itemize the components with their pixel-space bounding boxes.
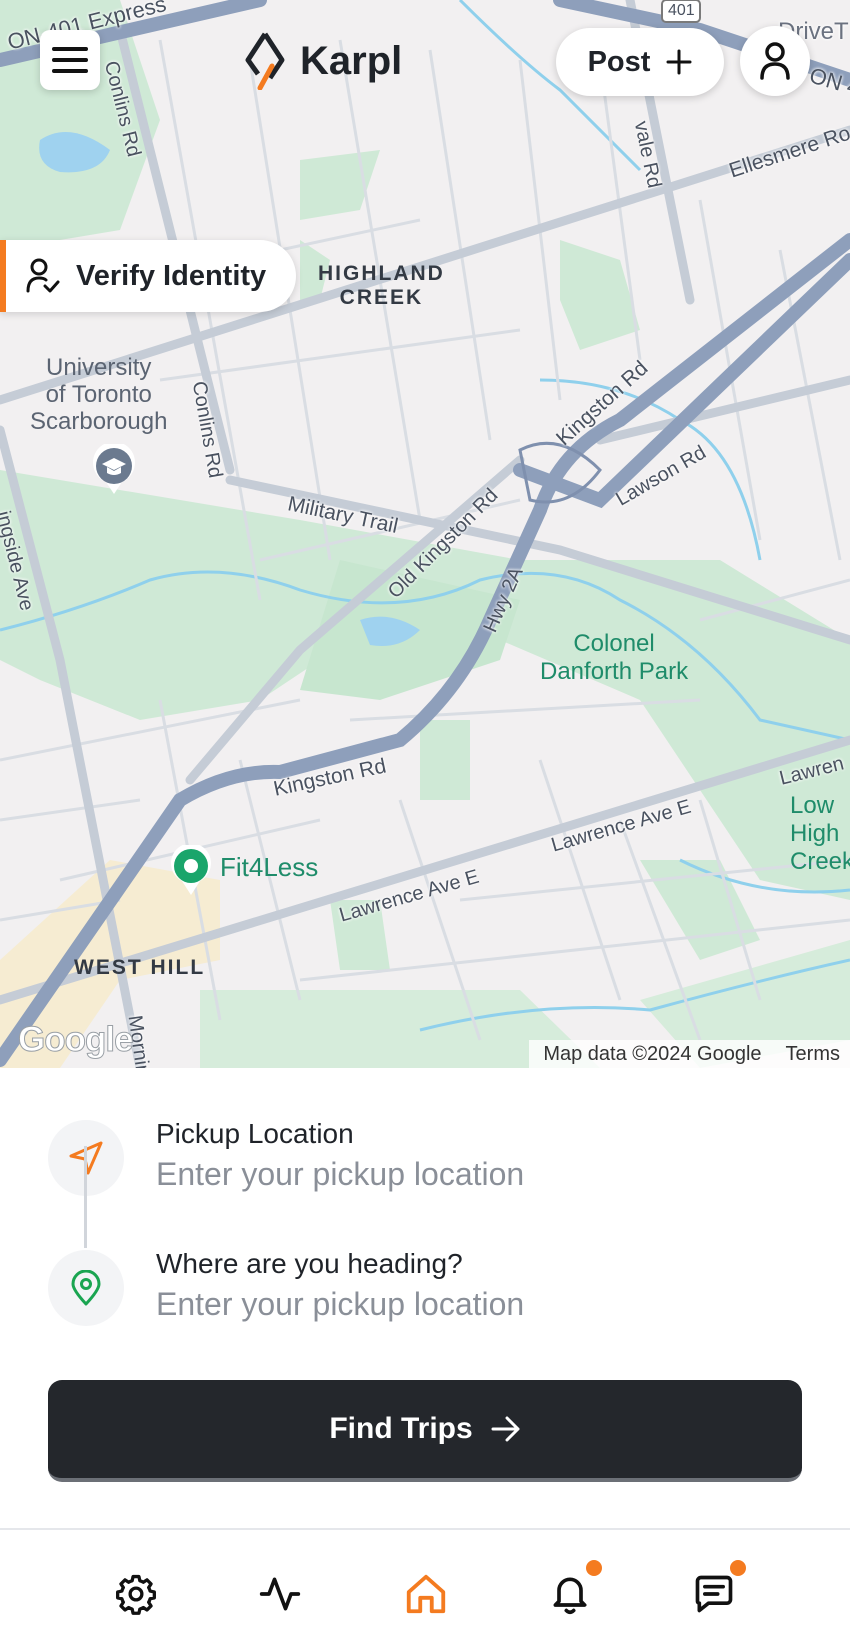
bell-icon bbox=[553, 1577, 587, 1615]
map-terms-link[interactable]: Terms bbox=[786, 1043, 840, 1066]
nav-notifications[interactable] bbox=[542, 1560, 602, 1622]
map-data-text: Map data ©2024 Google bbox=[543, 1042, 762, 1065]
park-label-colonel-danforth: Colonel Danforth Park bbox=[540, 630, 689, 685]
graduation-cap-icon[interactable] bbox=[92, 444, 136, 496]
app-logo: Karpl bbox=[244, 30, 402, 92]
profile-button[interactable] bbox=[740, 26, 810, 96]
map-view[interactable]: ON-401 Express 401 Conlins Rd vale Rd Dr… bbox=[0, 0, 850, 1068]
post-button[interactable]: Post bbox=[556, 28, 724, 96]
plus-icon bbox=[666, 49, 692, 75]
pickup-location-label: Pickup Location bbox=[156, 1118, 354, 1149]
karpl-logo-icon bbox=[245, 32, 285, 90]
activity-icon bbox=[259, 1577, 301, 1611]
poi-label-fit4less[interactable]: Fit4Less bbox=[220, 852, 318, 883]
pickup-location-row[interactable]: Pickup Location bbox=[0, 1108, 850, 1228]
destination-input[interactable] bbox=[156, 1286, 796, 1323]
arrow-right-icon bbox=[491, 1416, 520, 1442]
home-icon bbox=[406, 1574, 446, 1614]
nav-messages[interactable] bbox=[686, 1560, 746, 1622]
pickup-location-input[interactable] bbox=[156, 1156, 796, 1193]
find-trips-button[interactable]: Find Trips bbox=[48, 1380, 802, 1482]
messages-badge bbox=[730, 1560, 746, 1576]
destination-row[interactable]: Where are you heading? bbox=[0, 1238, 850, 1358]
map-attribution: Map data ©2024 Google Terms bbox=[529, 1040, 850, 1068]
destination-icon-circle bbox=[48, 1250, 124, 1326]
area-label-west-hill: WEST HILL bbox=[74, 956, 206, 979]
nav-home[interactable] bbox=[398, 1566, 454, 1622]
find-trips-label: Find Trips bbox=[329, 1412, 473, 1445]
gear-icon bbox=[116, 1574, 156, 1615]
app-title: Karpl bbox=[300, 38, 403, 83]
route-connector-line bbox=[84, 1146, 87, 1248]
post-button-label: Post bbox=[587, 45, 651, 78]
hamburger-menu-icon bbox=[52, 47, 88, 73]
notifications-badge bbox=[586, 1560, 602, 1576]
location-pin-icon[interactable] bbox=[170, 845, 212, 897]
area-label-university: University of Toronto Scarborough bbox=[30, 354, 168, 435]
google-logo: Google bbox=[18, 1020, 135, 1060]
verify-identity-label: Verify Identity bbox=[76, 259, 267, 292]
area-label-highland-creek: HIGHLAND CREEK bbox=[318, 262, 445, 309]
highway-shield-401: 401 bbox=[668, 2, 695, 19]
destination-label: Where are you heading? bbox=[156, 1248, 463, 1279]
map-pin-icon bbox=[71, 1270, 101, 1306]
map-canvas bbox=[0, 0, 850, 1068]
verify-identity-button[interactable]: Verify Identity bbox=[0, 240, 296, 312]
user-check-icon bbox=[26, 258, 60, 293]
message-icon bbox=[695, 1575, 733, 1613]
nav-settings[interactable] bbox=[108, 1566, 164, 1622]
bottom-navigation bbox=[0, 1528, 850, 1648]
app-screen: ON-401 Express 401 Conlins Rd vale Rd Dr… bbox=[0, 0, 850, 1648]
park-label-low-creek: Low High Creek bbox=[790, 792, 850, 875]
nav-activity[interactable] bbox=[252, 1566, 308, 1622]
user-icon bbox=[760, 42, 790, 80]
menu-button[interactable] bbox=[40, 30, 100, 90]
